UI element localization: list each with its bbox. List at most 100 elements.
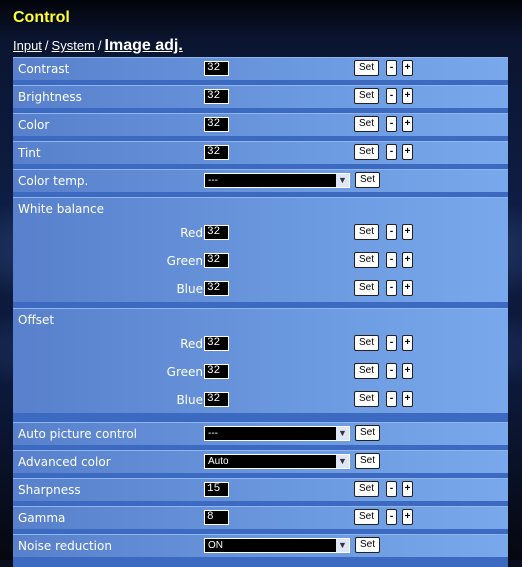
- gamma-input[interactable]: 8: [204, 510, 229, 525]
- offset-red-label: Red: [180, 337, 203, 351]
- group-offset: Offset Red 32 Set - + Green 32 Set - + B…: [13, 308, 508, 413]
- brightness-decrease-button[interactable]: -: [386, 88, 397, 104]
- advanced-color-set-button[interactable]: Set: [355, 453, 380, 469]
- row-white-balance-green: Green 32 Set - +: [13, 250, 508, 272]
- white-balance-green-set-button[interactable]: Set: [354, 252, 379, 268]
- advanced-color-select[interactable]: Auto ▼: [204, 454, 350, 469]
- offset-green-set-button[interactable]: Set: [354, 363, 379, 379]
- breadcrumb-input-link[interactable]: Input: [13, 38, 42, 53]
- noise-reduction-select[interactable]: ON ▼: [204, 538, 350, 553]
- breadcrumb-system-link[interactable]: System: [52, 38, 95, 53]
- gamma-label: Gamma: [18, 511, 66, 525]
- white-balance-green-increase-button[interactable]: +: [402, 252, 413, 268]
- row-offset-green: Green 32 Set - +: [13, 361, 508, 383]
- white-balance-label: White balance: [18, 202, 104, 216]
- breadcrumb-separator: /: [97, 38, 102, 53]
- color-decrease-button[interactable]: -: [386, 116, 397, 132]
- image-adjust-panel: Contrast 32 Set - + Brightness 32 Set - …: [13, 57, 508, 567]
- row-color: Color 32 Set - +: [13, 113, 508, 136]
- row-sharpness: Sharpness 15 Set - +: [13, 478, 508, 501]
- color-input[interactable]: 32: [204, 117, 229, 132]
- group-white-balance: White balance Red 32 Set - + Green 32 Se…: [13, 197, 508, 302]
- sharpness-set-button[interactable]: Set: [354, 481, 379, 497]
- gamma-increase-button[interactable]: +: [402, 509, 413, 525]
- contrast-increase-button[interactable]: +: [402, 60, 413, 76]
- gamma-decrease-button[interactable]: -: [386, 509, 397, 525]
- sharpness-increase-button[interactable]: +: [402, 481, 413, 497]
- row-gamma: Gamma 8 Set - +: [13, 506, 508, 529]
- sharpness-label: Sharpness: [18, 483, 81, 497]
- offset-red-increase-button[interactable]: +: [402, 335, 413, 351]
- contrast-label: Contrast: [18, 62, 70, 76]
- white-balance-blue-input[interactable]: 32: [204, 281, 229, 296]
- white-balance-green-decrease-button[interactable]: -: [386, 252, 397, 268]
- tint-input[interactable]: 32: [204, 145, 229, 160]
- breadcrumb-current[interactable]: Image adj.: [105, 37, 183, 54]
- tint-set-button[interactable]: Set: [354, 144, 379, 160]
- row-offset-red: Red 32 Set - +: [13, 333, 508, 355]
- color-set-button[interactable]: Set: [354, 116, 379, 132]
- color-temp-set-button[interactable]: Set: [355, 172, 380, 188]
- brightness-label: Brightness: [18, 90, 82, 104]
- white-balance-green-input[interactable]: 32: [204, 253, 229, 268]
- brightness-increase-button[interactable]: +: [402, 88, 413, 104]
- white-balance-red-input[interactable]: 32: [204, 225, 229, 240]
- tint-increase-button[interactable]: +: [402, 144, 413, 160]
- color-increase-button[interactable]: +: [402, 116, 413, 132]
- white-balance-red-increase-button[interactable]: +: [402, 224, 413, 240]
- offset-blue-increase-button[interactable]: +: [402, 391, 413, 407]
- tint-decrease-button[interactable]: -: [386, 144, 397, 160]
- contrast-set-button[interactable]: Set: [354, 60, 379, 76]
- offset-green-label: Green: [166, 365, 203, 379]
- offset-blue-set-button[interactable]: Set: [354, 391, 379, 407]
- chevron-down-icon: ▼: [336, 427, 349, 440]
- breadcrumb: Input / System / Image adj.: [13, 37, 183, 55]
- white-balance-green-label: Green: [166, 254, 203, 268]
- row-color-temp: Color temp. --- ▼ Set: [13, 169, 508, 192]
- color-temp-select[interactable]: --- ▼: [204, 173, 350, 188]
- sharpness-input[interactable]: 15: [204, 482, 229, 497]
- page-title: Control: [13, 9, 70, 26]
- breadcrumb-separator: /: [44, 38, 49, 53]
- offset-red-input[interactable]: 32: [204, 336, 229, 351]
- advanced-color-label: Advanced color: [18, 455, 111, 469]
- offset-green-input[interactable]: 32: [204, 364, 229, 379]
- row-white-balance-blue: Blue 32 Set - +: [13, 278, 508, 300]
- tint-label: Tint: [18, 146, 41, 160]
- offset-blue-label: Blue: [176, 393, 203, 407]
- row-advanced-color: Advanced color Auto ▼ Set: [13, 450, 508, 473]
- chevron-down-icon: ▼: [336, 455, 349, 468]
- white-balance-blue-set-button[interactable]: Set: [354, 280, 379, 296]
- white-balance-red-label: Red: [180, 226, 203, 240]
- brightness-set-button[interactable]: Set: [354, 88, 379, 104]
- noise-reduction-label: Noise reduction: [18, 539, 112, 553]
- contrast-decrease-button[interactable]: -: [386, 60, 397, 76]
- advanced-color-selected: Auto: [208, 456, 229, 467]
- white-balance-red-set-button[interactable]: Set: [354, 224, 379, 240]
- offset-blue-decrease-button[interactable]: -: [386, 391, 397, 407]
- row-brightness: Brightness 32 Set - +: [13, 85, 508, 108]
- gamma-set-button[interactable]: Set: [354, 509, 379, 525]
- row-white-balance-red: Red 32 Set - +: [13, 222, 508, 244]
- white-balance-blue-decrease-button[interactable]: -: [386, 280, 397, 296]
- sharpness-decrease-button[interactable]: -: [386, 481, 397, 497]
- color-temp-label: Color temp.: [18, 174, 89, 188]
- row-offset-blue: Blue 32 Set - +: [13, 389, 508, 411]
- row-tint: Tint 32 Set - +: [13, 141, 508, 164]
- noise-reduction-set-button[interactable]: Set: [355, 537, 380, 553]
- contrast-input[interactable]: 32: [204, 61, 229, 76]
- auto-picture-set-button[interactable]: Set: [355, 425, 380, 441]
- white-balance-red-decrease-button[interactable]: -: [386, 224, 397, 240]
- color-temp-selected: ---: [208, 175, 218, 186]
- auto-picture-label: Auto picture control: [18, 427, 137, 441]
- white-balance-blue-increase-button[interactable]: +: [402, 280, 413, 296]
- offset-blue-input[interactable]: 32: [204, 392, 229, 407]
- offset-red-decrease-button[interactable]: -: [386, 335, 397, 351]
- offset-green-increase-button[interactable]: +: [402, 363, 413, 379]
- offset-red-set-button[interactable]: Set: [354, 335, 379, 351]
- brightness-input[interactable]: 32: [204, 89, 229, 104]
- auto-picture-select[interactable]: --- ▼: [204, 426, 350, 441]
- auto-picture-selected: ---: [208, 428, 218, 439]
- row-contrast: Contrast 32 Set - +: [13, 57, 508, 80]
- offset-green-decrease-button[interactable]: -: [386, 363, 397, 379]
